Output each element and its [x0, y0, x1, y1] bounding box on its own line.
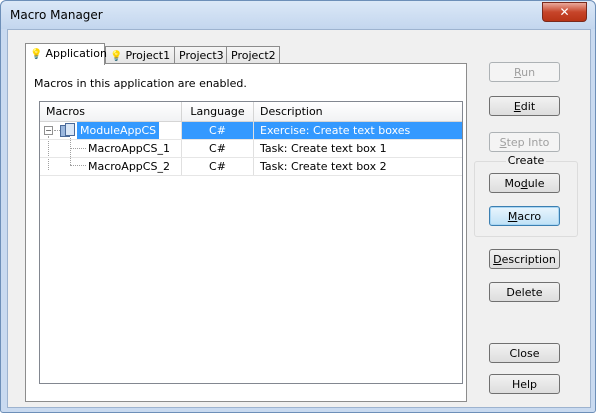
tab-label: Project2 — [231, 49, 276, 62]
tree-row-macroappcs-2[interactable]: MacroAppCS_2 C# Task: Create text box 2 — [40, 158, 462, 176]
tab-label: Project3 — [179, 49, 224, 62]
step-into-button[interactable]: Step Into — [489, 132, 560, 152]
tab-label: Project1 — [125, 49, 171, 62]
collapse-icon[interactable]: − — [44, 126, 53, 135]
macro-name-cell: MacroAppCS_2 — [40, 158, 182, 175]
close-icon: ✕ — [559, 5, 570, 19]
title-bar[interactable]: Macro Manager ✕ — [1, 1, 595, 29]
help-button[interactable]: Help — [489, 374, 560, 394]
description-button[interactable]: Description — [489, 249, 560, 269]
window-title: Macro Manager — [10, 8, 103, 22]
macro-language: C# — [182, 158, 254, 175]
tab-application[interactable]: 💡 Application — [25, 43, 107, 65]
bulb-icon: 💡 — [110, 51, 123, 62]
delete-button[interactable]: Delete — [489, 282, 560, 302]
tree-row-macroappcs-1[interactable]: MacroAppCS_1 C# Task: Create text box 1 — [40, 140, 462, 158]
edit-button[interactable]: Edit — [489, 96, 560, 116]
macro-description: Exercise: Create text boxes — [254, 122, 462, 139]
tree-header: Macros Language Description — [40, 102, 462, 122]
tab-project1[interactable]: 💡 Project1 — [105, 46, 175, 64]
macro-name-cell: − ModuleAppCS — [40, 122, 182, 139]
macro-language: C# — [182, 140, 254, 157]
create-macro-button[interactable]: Macro — [489, 206, 560, 226]
macro-description: Task: Create text box 1 — [260, 142, 387, 155]
close-window-button[interactable]: ✕ — [542, 2, 587, 22]
tab-panel-application: Macros in this application are enabled. … — [25, 63, 467, 402]
tab-project3[interactable]: Project3 — [174, 46, 228, 64]
macro-name-cell: MacroAppCS_1 — [40, 140, 182, 157]
tree-row-moduleappcs[interactable]: − ModuleAppCS C# Exercise: Create text b… — [40, 122, 462, 140]
tab-label: Application — [45, 47, 107, 60]
column-header-macros[interactable]: Macros — [40, 102, 182, 121]
column-header-language[interactable]: Language — [182, 102, 254, 121]
column-header-description[interactable]: Description — [254, 102, 462, 121]
create-group-label: Create — [505, 154, 547, 167]
macros-enabled-message: Macros in this application are enabled. — [34, 77, 247, 90]
macro-manager-window: Macro Manager ✕ 💡 Application 💡 Project1 P… — [0, 0, 596, 413]
run-button[interactable]: Run — [489, 62, 560, 82]
macro-language: C# — [182, 122, 254, 139]
dialog-client-area: 💡 Application 💡 Project1 Project3 Project2… — [7, 29, 591, 408]
macros-tree-list[interactable]: Macros Language Description − ModuleAppC… — [39, 101, 463, 384]
macro-description: Task: Create text box 2 — [260, 160, 387, 173]
module-icon — [60, 123, 75, 137]
macro-name: ModuleAppCS — [77, 122, 160, 139]
create-module-button[interactable]: Module — [489, 173, 560, 193]
tab-project2[interactable]: Project2 — [226, 46, 280, 64]
bulb-icon: 💡 — [30, 49, 43, 60]
close-button[interactable]: Close — [489, 343, 560, 363]
macro-name: MacroAppCS_1 — [88, 142, 170, 155]
macro-name: MacroAppCS_2 — [88, 160, 170, 173]
